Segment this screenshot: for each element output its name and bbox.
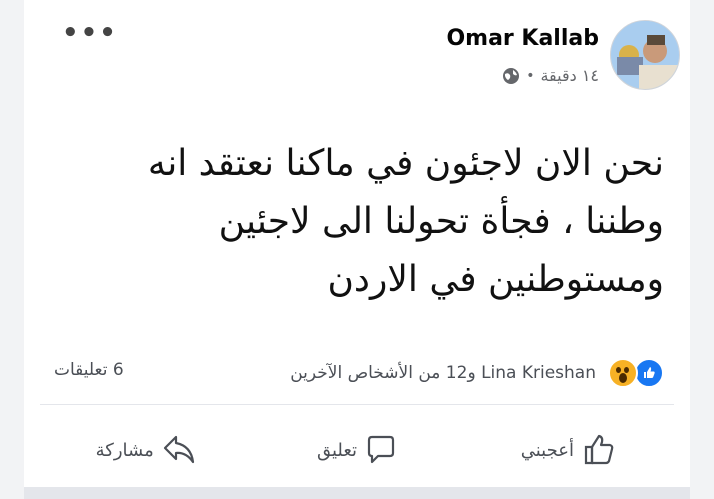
avatar-photo bbox=[611, 21, 679, 89]
meta-separator: • bbox=[526, 67, 535, 84]
left-margin bbox=[0, 0, 24, 499]
comment-label: تعليق bbox=[316, 439, 358, 461]
post-actions: أعجبني تعليق مشاركة bbox=[40, 420, 674, 480]
feed-separator bbox=[24, 487, 690, 499]
like-button[interactable]: أعجبني bbox=[463, 420, 674, 480]
actions-divider bbox=[40, 404, 674, 405]
right-margin bbox=[690, 0, 714, 499]
like-label: أعجبني bbox=[520, 439, 574, 461]
post-meta: ١٤ دقيقة • bbox=[502, 66, 599, 85]
reactions-label: Lina Krieshan و12 من الأشخاص الآخرين bbox=[290, 363, 596, 383]
more-options-button[interactable]: ••• bbox=[62, 20, 118, 46]
comment-icon bbox=[367, 435, 395, 464]
thumbs-up-icon bbox=[584, 434, 614, 465]
author-avatar[interactable] bbox=[610, 20, 680, 90]
post-time[interactable]: ١٤ دقيقة bbox=[540, 66, 599, 85]
post-text: نحن الان لاجئون في ماكنا نعتقد انه وطننا… bbox=[147, 143, 664, 300]
comments-count[interactable]: 6 تعليقات bbox=[54, 360, 124, 380]
share-label: مشاركة bbox=[95, 439, 154, 461]
comment-button[interactable]: تعليق bbox=[251, 420, 462, 480]
share-button[interactable]: مشاركة bbox=[40, 420, 251, 480]
wow-reaction-icon bbox=[608, 358, 638, 388]
author-name[interactable]: Omar Kallab bbox=[446, 26, 599, 51]
like-reaction-icon bbox=[634, 358, 664, 388]
reactions-summary[interactable]: Lina Krieshan و12 من الأشخاص الآخرين bbox=[290, 358, 664, 388]
share-icon bbox=[163, 435, 194, 464]
globe-icon bbox=[503, 67, 520, 84]
